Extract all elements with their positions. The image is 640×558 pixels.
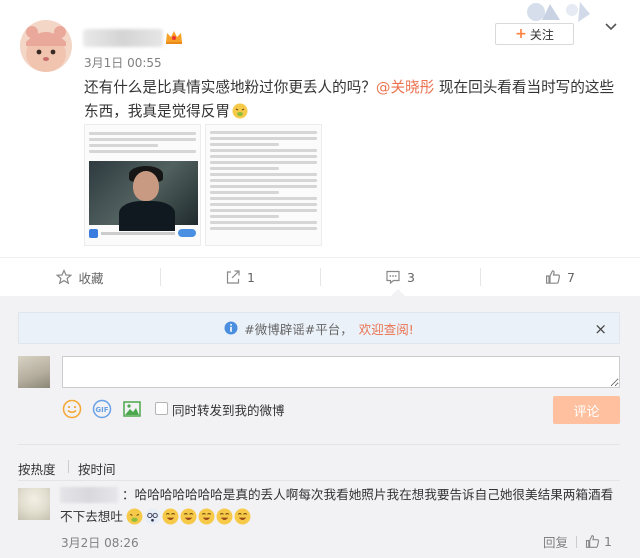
- sort-divider: [18, 444, 620, 445]
- comment-count: 3: [407, 269, 415, 285]
- laughing-emoji-icon: [162, 508, 179, 525]
- chevron-down-icon[interactable]: [604, 20, 618, 34]
- comment-like-count: 1: [604, 534, 612, 549]
- favorite-label: 收藏: [78, 270, 104, 286]
- thumbs-up-icon: [546, 270, 561, 284]
- post-image-1[interactable]: [84, 124, 201, 246]
- follow-button[interactable]: + 关注: [495, 23, 574, 45]
- commenter-avatar[interactable]: [18, 488, 50, 520]
- info-icon: [224, 321, 238, 335]
- author-name-redacted[interactable]: [83, 29, 163, 47]
- comment-input[interactable]: [62, 356, 620, 388]
- comment-action-separator: [576, 535, 578, 548]
- thumbs-up-icon: [585, 535, 600, 548]
- close-icon[interactable]: ×: [594, 320, 607, 338]
- comment-body: ：哈哈哈哈哈哈哈是真的丢人啊每次我看她照片我在想我要告诉自己她很美结果两箱酒看不…: [60, 484, 620, 528]
- nausea-emoji-icon: [232, 103, 248, 119]
- post-image-2[interactable]: [205, 124, 322, 246]
- sort-separator: [68, 460, 69, 473]
- mention-link[interactable]: @关晓彤: [376, 79, 434, 96]
- laughing-emoji-icon: [234, 508, 251, 525]
- comment-section: #微博辟谣#平台， 欢迎查阅! × GIF 同时转发到我的微博 评论 按热度 按时…: [0, 296, 640, 558]
- sort-by-hot-tab[interactable]: 按热度: [18, 459, 56, 478]
- post-content: 还有什么是比真情实感地粉过你更丢人的吗？@关晓彤 现在回头看看当时写的这些东西，…: [84, 76, 619, 124]
- comment-active-caret: [391, 289, 405, 296]
- list-divider: [18, 480, 620, 481]
- post-action-bar: 收藏 1 3 7: [0, 258, 640, 296]
- laughing-emoji-icon: [216, 508, 233, 525]
- sort-by-time-tab[interactable]: 按时间: [78, 459, 116, 478]
- svg-text:GIF: GIF: [95, 406, 108, 414]
- emoji-icon[interactable]: [62, 399, 82, 419]
- current-user-avatar[interactable]: [18, 356, 50, 388]
- plus-icon: +: [515, 26, 527, 42]
- comment-actions: 回复 1: [543, 532, 612, 551]
- follow-label: 关注: [529, 27, 554, 42]
- forward-checkbox[interactable]: [155, 402, 168, 415]
- commenter-name-redacted[interactable]: [60, 487, 118, 503]
- repost-count: 1: [247, 269, 255, 285]
- post-timestamp[interactable]: 3月1日 00:55: [84, 54, 162, 71]
- laughing-emoji-icon: [180, 508, 197, 525]
- comment-emoji-row: [126, 508, 251, 525]
- reply-button[interactable]: 回复: [543, 532, 568, 551]
- comment-timestamp: 3月2日 08:26: [61, 536, 139, 550]
- submit-comment-button[interactable]: 评论: [553, 396, 620, 424]
- favorite-button[interactable]: 收藏: [0, 258, 160, 296]
- notice-text: #微博辟谣#平台，: [244, 321, 353, 337]
- gif-icon[interactable]: GIF: [92, 399, 112, 419]
- like-button[interactable]: 7: [480, 258, 640, 296]
- star-icon: [56, 269, 73, 285]
- share-icon: [226, 270, 240, 284]
- dizzy-face-emoji-icon: [144, 508, 161, 525]
- forward-label: 同时转发到我的微博: [172, 403, 285, 418]
- like-count: 7: [567, 269, 575, 285]
- member-crown-icon[interactable]: [164, 29, 184, 45]
- comment-icon: [386, 270, 400, 285]
- post-text-part1: 还有什么是比真情实感地粉过你更丢人的吗？: [84, 79, 376, 96]
- rumor-notice-banner: #微博辟谣#平台， 欢迎查阅! ×: [18, 312, 620, 344]
- comment-like-button[interactable]: 1: [585, 534, 612, 549]
- repost-button[interactable]: 1: [160, 258, 320, 296]
- notice-link[interactable]: 欢迎查阅!: [359, 319, 414, 338]
- image-icon[interactable]: [122, 399, 142, 419]
- nausea-emoji-icon: [126, 508, 143, 525]
- author-avatar[interactable]: [20, 20, 72, 72]
- laughing-emoji-icon: [198, 508, 215, 525]
